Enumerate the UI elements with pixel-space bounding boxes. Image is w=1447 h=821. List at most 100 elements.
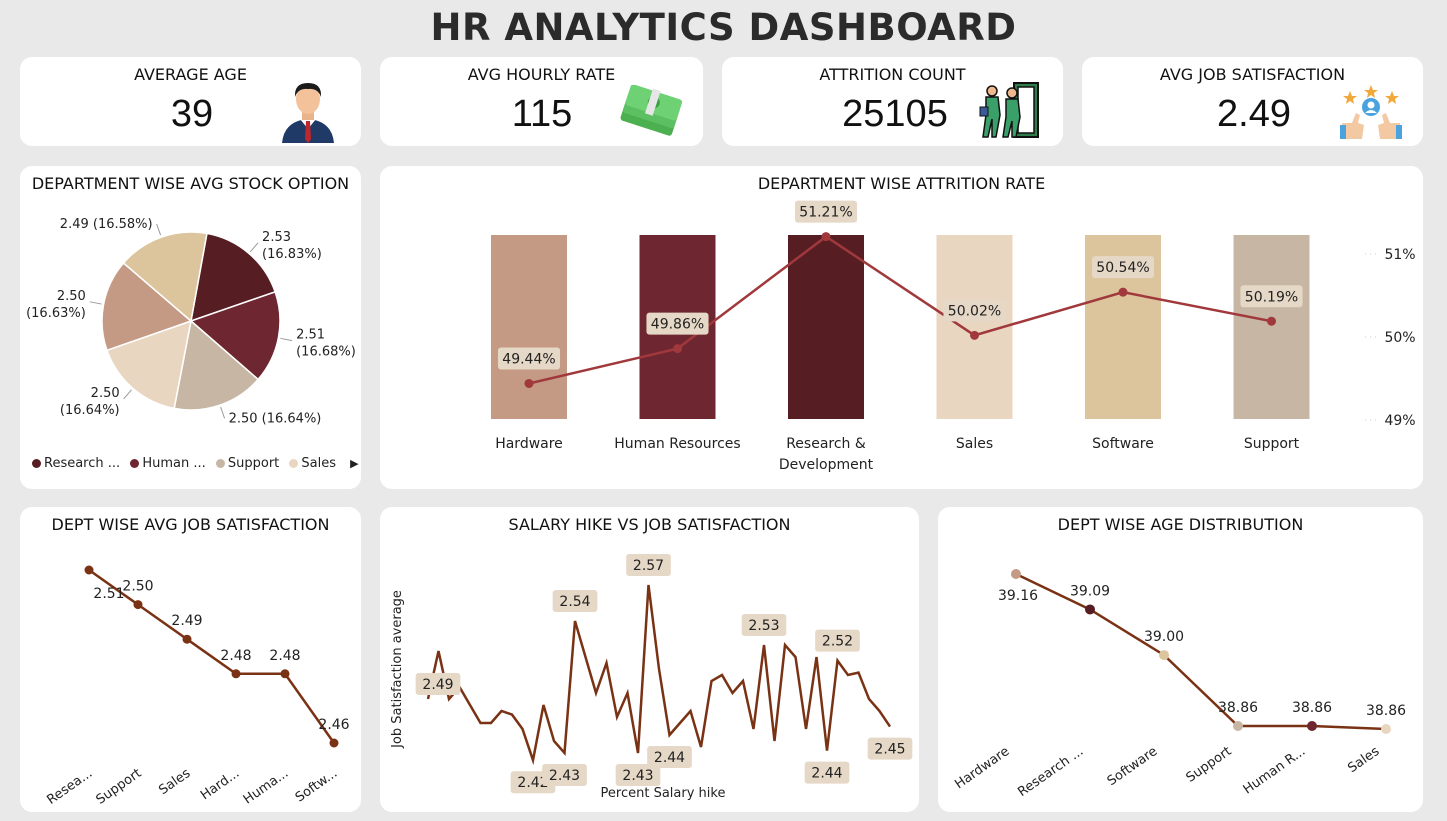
legend-next-arrow-icon[interactable]: ▶ bbox=[350, 457, 358, 470]
dashboard-title: HR ANALYTICS DASHBOARD bbox=[430, 6, 1017, 49]
pie-leader-line bbox=[220, 406, 226, 419]
salary-hike-data-label: 2.57 bbox=[633, 558, 664, 574]
legend-item-research[interactable]: Research ... bbox=[32, 456, 120, 471]
salary-hike-panel: SALARY HIKE VS JOB SATISFACTION 2.49 2.42… bbox=[380, 507, 919, 812]
pie-leader-line bbox=[249, 242, 259, 253]
x-tick-label: Huma... bbox=[241, 766, 291, 808]
x-tick-label: Support bbox=[1184, 744, 1235, 786]
age-data-label: 38.86 bbox=[1366, 703, 1406, 719]
kpi-card-avg-hourly-rate: AVG HOURLY RATE 115 bbox=[380, 57, 703, 146]
stock-option-panel: DEPARTMENT WISE AVG STOCK OPTION 2.53 (16… bbox=[20, 166, 361, 489]
stock-option-pie-chart: 2.53 (16.83%) 2.51 (16.68%) 2.50 (16.64%) 2.5… bbox=[26, 217, 356, 426]
attrition-data-label: 50.02% bbox=[948, 303, 1001, 319]
age-point bbox=[1011, 569, 1021, 579]
x-tick-label: Hard... bbox=[198, 766, 242, 803]
x-tick-label: Human Resources bbox=[614, 436, 740, 452]
salary-hike-data-label: 2.44 bbox=[811, 766, 842, 782]
kpi-label: AVG HOURLY RATE bbox=[467, 65, 616, 84]
x-tick-label: Sales bbox=[1345, 744, 1382, 776]
x-tick-label: Research ... bbox=[1015, 744, 1086, 800]
x-tick-label: Human R... bbox=[1241, 744, 1309, 798]
attrition-bar bbox=[1233, 235, 1310, 419]
x-tick-label: Softw... bbox=[293, 766, 341, 806]
x-axis-title: Percent Salary hike bbox=[601, 786, 726, 801]
age-distribution-line-chart: 39.16 Hardware 39.09 Research ... 39.00 Softw… bbox=[952, 569, 1406, 800]
y-tick-label: 50% bbox=[1384, 330, 1415, 346]
age-point bbox=[1381, 724, 1391, 734]
legend-item-support[interactable]: Support bbox=[215, 456, 279, 471]
job-sat-data-label: 2.50 bbox=[122, 579, 153, 595]
pie-data-label: 2.51 (16.68%) bbox=[296, 328, 356, 360]
attrition-bar-line-chart: Hardware Human Resources Research & Develop… bbox=[491, 200, 1416, 473]
age-distribution-panel: DEPT WISE AGE DISTRIBUTION 39.16 Hardware… bbox=[938, 507, 1423, 812]
attrition-data-label: 49.44% bbox=[502, 352, 555, 368]
salary-hike-data-label: 2.43 bbox=[622, 768, 653, 784]
legend-item-human-resources[interactable]: Human ... bbox=[130, 456, 206, 471]
x-tick-label: Support bbox=[94, 766, 145, 808]
x-tick-label: Hardware bbox=[495, 436, 563, 452]
salary-hike-line-chart: 2.492.42 2.432.542.432.572.442.532.442.52… bbox=[390, 554, 913, 801]
job-sat-point bbox=[182, 634, 192, 644]
age-point bbox=[1233, 721, 1243, 731]
pie-data-label: 2.53 (16.83%) bbox=[262, 230, 322, 262]
age-point bbox=[1159, 650, 1169, 661]
pie-data-label: 2.50 (16.64%) bbox=[60, 386, 120, 418]
y-tick-label: 49% bbox=[1384, 413, 1415, 429]
kpi-label: AVG JOB SATISFACTION bbox=[1159, 65, 1346, 84]
dept-job-satisfaction-line-chart: 2.51 Resea... 2.50 Support 2.49 Sales 2.48 Hard… bbox=[44, 565, 350, 808]
age-data-label: 39.09 bbox=[1070, 583, 1110, 599]
age-data-label: 38.86 bbox=[1218, 700, 1258, 716]
x-tick-label: Research & bbox=[786, 436, 866, 452]
job-sat-data-label: 2.48 bbox=[269, 648, 300, 664]
pie-data-label: 2.50 (16.63%) bbox=[26, 289, 86, 321]
attrition-point bbox=[524, 378, 534, 388]
attrition-data-label: 50.54% bbox=[1096, 260, 1149, 276]
age-data-label: 38.86 bbox=[1292, 700, 1332, 716]
y-axis-title: Job Satisfaction average bbox=[390, 590, 405, 749]
attrition-point bbox=[673, 344, 682, 354]
job-sat-data-label: 2.51 bbox=[93, 586, 124, 602]
job-sat-point bbox=[84, 565, 94, 575]
salary-hike-data-label: 2.54 bbox=[559, 594, 590, 610]
attrition-point bbox=[1267, 316, 1276, 326]
people-leaving-icon bbox=[979, 82, 1039, 138]
pie-leader-line bbox=[123, 389, 132, 400]
age-point bbox=[1085, 604, 1095, 615]
job-sat-point bbox=[280, 669, 290, 679]
kpi-value: 2.49 bbox=[1217, 93, 1291, 135]
kpi-value: 25105 bbox=[842, 93, 948, 135]
salary-hike-data-label: 2.53 bbox=[748, 618, 779, 634]
job-sat-point bbox=[329, 738, 339, 748]
x-tick-label: Resea... bbox=[44, 766, 95, 808]
attrition-data-label: 49.86% bbox=[651, 317, 704, 333]
x-tick-label: Sales bbox=[956, 436, 993, 452]
pie-leader-line bbox=[89, 301, 102, 305]
age-data-label: 39.00 bbox=[1144, 629, 1184, 645]
salary-hike-data-label: 2.52 bbox=[822, 634, 853, 650]
kpi-card-avg-job-satisfaction: AVG JOB SATISFACTION 2.49 bbox=[1082, 57, 1423, 146]
attrition-bar bbox=[491, 235, 567, 419]
y-tick-label: 51% bbox=[1384, 247, 1415, 263]
attrition-point bbox=[1118, 287, 1128, 297]
kpi-card-attrition-count: ATTRITION COUNT 25105 bbox=[722, 57, 1063, 146]
thumbs-up-rating-icon bbox=[1340, 85, 1402, 139]
attrition-bar bbox=[788, 235, 864, 419]
age-point bbox=[1307, 721, 1317, 731]
dept-job-satisfaction-panel: DEPT WISE AVG JOB SATISFACTION 2.51 Resea… bbox=[20, 507, 361, 812]
job-sat-data-label: 2.46 bbox=[318, 717, 349, 733]
salary-hike-line bbox=[426, 584, 892, 766]
pie-data-label: 2.49 (16.58%) bbox=[60, 217, 153, 232]
kpi-card-average-age: AVERAGE AGE 39 bbox=[20, 57, 361, 146]
x-tick-label: Sales bbox=[156, 766, 193, 798]
x-tick-label: Software bbox=[1105, 744, 1161, 789]
attrition-point bbox=[970, 330, 979, 340]
attrition-data-label: 51.21% bbox=[799, 205, 852, 221]
age-data-label: 39.16 bbox=[998, 588, 1038, 604]
job-sat-data-label: 2.49 bbox=[171, 613, 202, 629]
salary-hike-data-label: 2.43 bbox=[549, 768, 580, 784]
legend-item-sales[interactable]: Sales bbox=[289, 456, 336, 471]
money-stack-icon bbox=[620, 85, 683, 136]
kpi-value: 39 bbox=[170, 93, 214, 135]
pie-data-label: 2.50 (16.64%) bbox=[229, 411, 322, 426]
job-sat-data-label: 2.48 bbox=[220, 648, 251, 664]
